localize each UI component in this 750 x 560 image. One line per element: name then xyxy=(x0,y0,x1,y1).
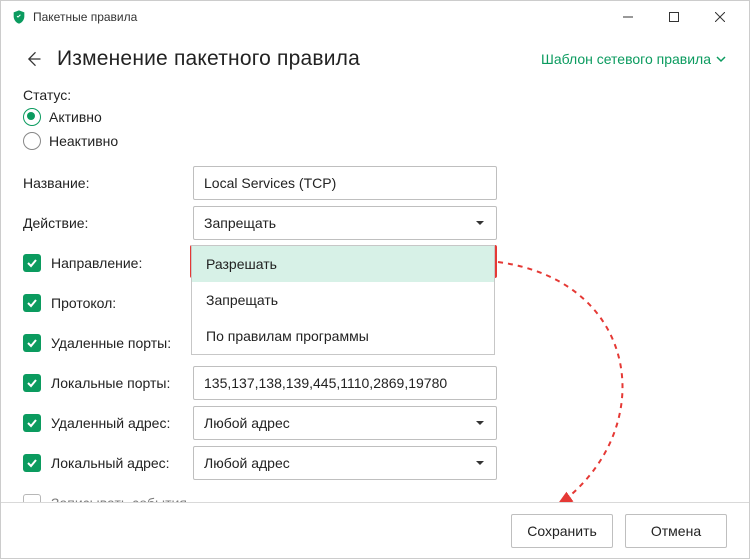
remote-addr-toggle[interactable]: Удаленный адрес: xyxy=(23,414,193,432)
back-icon[interactable] xyxy=(23,49,43,69)
remote-ports-label: Удаленные порты: xyxy=(51,335,171,351)
local-ports-label: Локальные порты: xyxy=(51,375,170,391)
option-label: Разрешать xyxy=(206,256,277,272)
row-name: Название: Local Services (TCP) xyxy=(23,163,727,203)
checkbox-checked-icon xyxy=(23,294,41,312)
status-active[interactable]: Активно xyxy=(23,105,727,129)
status-active-label: Активно xyxy=(49,109,102,125)
row-local-ports: Локальные порты: 135,137,138,139,445,111… xyxy=(23,363,727,403)
checkbox-checked-icon xyxy=(23,374,41,392)
direction-label: Направление: xyxy=(51,255,142,271)
checkbox-checked-icon xyxy=(23,414,41,432)
chevron-down-icon xyxy=(474,417,486,429)
radio-icon xyxy=(23,132,41,150)
local-ports-value: 135,137,138,139,445,1110,2869,19780 xyxy=(204,375,447,391)
chevron-down-icon xyxy=(715,53,727,65)
page-header: Изменение пакетного правила Шаблон сетев… xyxy=(1,33,749,87)
remote-addr-value: Любой адрес xyxy=(204,415,290,431)
radio-icon xyxy=(23,108,41,126)
action-select[interactable]: Запрещать xyxy=(193,206,497,240)
status-radio-group: Активно Неактивно xyxy=(23,105,727,153)
local-addr-select[interactable]: Любой адрес xyxy=(193,446,497,480)
maximize-button[interactable] xyxy=(651,1,697,33)
name-input[interactable]: Local Services (TCP) xyxy=(193,166,497,200)
name-value: Local Services (TCP) xyxy=(204,175,336,191)
chevron-down-icon xyxy=(474,217,486,229)
checkbox-checked-icon xyxy=(23,254,41,272)
cancel-button[interactable]: Отмена xyxy=(625,514,727,548)
window-controls xyxy=(605,1,743,33)
minimize-button[interactable] xyxy=(605,1,651,33)
titlebar: Пакетные правила xyxy=(1,1,749,33)
remote-ports-toggle[interactable]: Удаленные порты: xyxy=(23,334,193,352)
protocol-toggle[interactable]: Протокол: xyxy=(23,294,193,312)
local-ports-toggle[interactable]: Локальные порты: xyxy=(23,374,193,392)
template-link[interactable]: Шаблон сетевого правила xyxy=(541,51,727,67)
option-label: По правилам программы xyxy=(206,328,369,344)
window-title: Пакетные правила xyxy=(33,10,137,24)
local-ports-input[interactable]: 135,137,138,139,445,1110,2869,19780 xyxy=(193,366,497,400)
action-label: Действие: xyxy=(23,215,193,231)
status-label: Статус: xyxy=(23,87,727,103)
chevron-down-icon xyxy=(474,457,486,469)
checkbox-checked-icon xyxy=(23,454,41,472)
action-option-by-app-rules[interactable]: По правилам программы xyxy=(192,318,494,354)
remote-addr-select[interactable]: Любой адрес xyxy=(193,406,497,440)
protocol-label: Протокол: xyxy=(51,295,116,311)
save-button[interactable]: Сохранить xyxy=(511,514,613,548)
template-link-label: Шаблон сетевого правила xyxy=(541,51,711,67)
name-label: Название: xyxy=(23,175,193,191)
close-button[interactable] xyxy=(697,1,743,33)
row-remote-addr: Удаленный адрес: Любой адрес xyxy=(23,403,727,443)
action-option-deny[interactable]: Запрещать xyxy=(192,282,494,318)
option-label: Запрещать xyxy=(206,292,278,308)
status-inactive[interactable]: Неактивно xyxy=(23,129,727,153)
local-addr-value: Любой адрес xyxy=(204,455,290,471)
footer: Сохранить Отмена xyxy=(1,502,749,558)
cancel-label: Отмена xyxy=(651,523,701,539)
checkbox-checked-icon xyxy=(23,334,41,352)
local-addr-toggle[interactable]: Локальный адрес: xyxy=(23,454,193,472)
remote-addr-label: Удаленный адрес: xyxy=(51,415,170,431)
direction-toggle[interactable]: Направление: xyxy=(23,254,193,272)
row-action: Действие: Запрещать xyxy=(23,203,727,243)
status-inactive-label: Неактивно xyxy=(49,133,118,149)
action-dropdown-menu: Разрешать Запрещать По правилам программ… xyxy=(191,245,495,355)
local-addr-label: Локальный адрес: xyxy=(51,455,170,471)
app-icon xyxy=(11,9,27,25)
row-local-addr: Локальный адрес: Любой адрес xyxy=(23,443,727,483)
action-option-allow[interactable]: Разрешать xyxy=(192,246,494,282)
action-value: Запрещать xyxy=(204,215,276,231)
page-title: Изменение пакетного правила xyxy=(57,47,360,71)
save-label: Сохранить xyxy=(527,523,597,539)
